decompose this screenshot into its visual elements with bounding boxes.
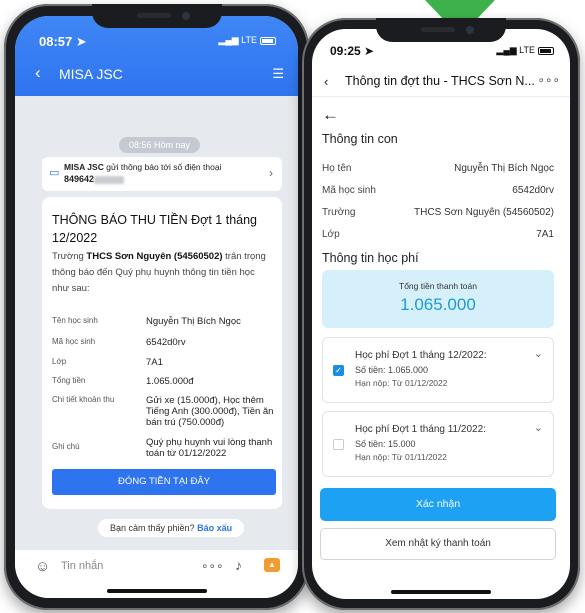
nav-title: Thông tin đợt thu - THCS Sơn N... [345,74,535,88]
notice-text: MISA JSC gửi thông báo tới số điện thoại [64,162,222,172]
chat-header: ‹ MISA JSC ☰ [15,60,298,90]
home-indicator [106,589,207,593]
feedback-chip: Bạn cảm thấy phiền? Báo xấu [98,519,245,537]
back-arrow-icon[interactable]: ← [322,105,339,125]
list-menu-icon[interactable]: ☰ [272,66,284,82]
status-time: 08:57 ➤ [39,34,87,49]
phone-right: 09:25 ➤ ▂▄▆ LTE ‹ Thông tin đợt thu - TH… [302,18,580,610]
fee-title: Học phí Đợt 1 tháng 11/2022: [355,424,486,435]
back-chevron-icon[interactable]: ‹ [35,63,41,83]
info-row-name: Họ tên Nguyễn Thị Bích Ngọc [322,163,554,174]
more-icon[interactable]: ∘∘∘ [537,73,560,87]
fee-amount: Số tiền: 15.000 [355,439,416,449]
message-title: THÔNG BÁO THU TIỀN Đợt 1 tháng 12/2022 [52,213,258,245]
section-student-title: Thông tin con [322,132,398,146]
zalo-chat-screen: 08:57 ➤ ▂▄▆ LTE ‹ MISA JSC ☰ 08:56 Hôm n… [15,16,298,598]
image-icon[interactable]: ▲ [264,558,280,572]
info-row-school: Trường THCS Sơn Nguyên (54560502) [322,207,554,218]
total-label: Tổng tiền thanh toán [399,281,477,291]
fee-due: Hạn nộp: Từ 01/11/2022 [355,452,447,462]
redacted-digits [94,175,125,184]
message-intro: Trường THCS Sơn Nguyên (54560502) trân t… [52,251,266,294]
notch [376,18,506,42]
stage: 08:57 ➤ ▂▄▆ LTE ‹ MISA JSC ☰ 08:56 Hôm n… [0,0,585,613]
message-card: THÔNG BÁO THU TIỀN Đợt 1 tháng 12/2022 T… [42,197,282,509]
chat-title: MISA JSC [59,66,123,82]
signal-icon: ▂▄▆ [218,35,239,45]
fee-item[interactable]: Học phí Đợt 1 tháng 11/2022: Số tiền: 15… [322,411,554,477]
confirm-button[interactable]: Xác nhận [320,488,556,521]
chevron-right-icon: › [269,166,273,180]
battery-icon [538,46,554,55]
time-chip: 08:56 Hôm nay [119,137,201,153]
total-payment-box: Tổng tiền thanh toán 1.065.000 [322,270,554,328]
phone-left: 08:57 ➤ ▂▄▆ LTE ‹ MISA JSC ☰ 08:56 Hôm n… [4,4,309,610]
report-link[interactable]: Báo xấu [197,523,232,533]
notice-banner[interactable]: ▭ MISA JSC gửi thông báo tới số điện tho… [42,157,282,191]
info-row-class: Lớp 7A1 [322,229,554,240]
back-chevron-icon[interactable]: ‹ [324,74,328,89]
chevron-down-icon[interactable]: ⌄ [534,347,543,360]
pay-here-button[interactable]: ĐÓNG TIỀN TẠI ĐÂY [52,469,276,495]
status-right: ▂▄▆ LTE [218,35,276,46]
fee-due: Hạn nộp: Từ 01/12/2022 [355,378,448,388]
payment-history-button[interactable]: Xem nhật ký thanh toán [320,528,556,560]
signal-icon: ▂▄▆ [496,45,517,55]
status-right: ▂▄▆ LTE [496,45,554,56]
notice-phone: 849642 [64,174,125,184]
microphone-icon[interactable]: ♪ [235,557,242,573]
chevron-down-icon[interactable]: ⌄ [534,421,543,434]
fee-title: Học phí Đợt 1 tháng 12/2022: [355,350,487,361]
battery-icon [260,36,276,45]
info-row-id: Mã học sinh 6542d0rv [322,185,554,196]
message-input[interactable]: Tin nhắn [61,560,103,572]
section-fee-title: Thông tin học phí [322,251,419,265]
status-time: 09:25 ➤ [330,44,375,58]
location-icon: ➤ [75,34,87,49]
chat-input-bar: ☺ Tin nhắn ∘∘∘ ♪ ▲ [15,550,298,598]
fee-item[interactable]: ✓ Học phí Đợt 1 tháng 12/2022: Số tiền: … [322,337,554,403]
fee-checkbox-checked[interactable]: ✓ [333,365,344,376]
location-icon: ➤ [364,44,375,58]
fee-checkbox[interactable] [333,439,344,450]
notch [91,4,222,28]
total-value: 1.065.000 [400,295,476,314]
fee-info-screen: 09:25 ➤ ▂▄▆ LTE ‹ Thông tin đợt thu - TH… [312,29,570,599]
fee-amount: Số tiền: 1.065.000 [355,365,429,375]
nav-bar: ‹ Thông tin đợt thu - THCS Sơn N... ∘∘∘ [312,69,570,97]
home-indicator [391,590,491,594]
message-icon: ▭ [49,167,60,179]
more-icon[interactable]: ∘∘∘ [201,559,224,573]
emoji-icon[interactable]: ☺ [35,558,50,575]
